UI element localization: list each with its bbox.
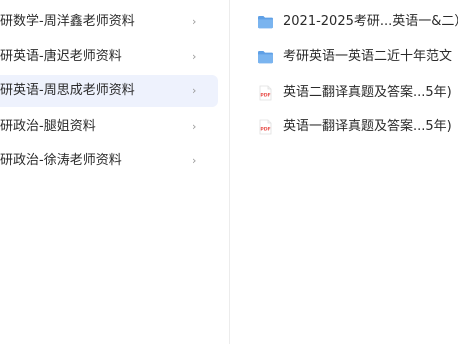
file-item-pdf-english2-translation[interactable]: PDF 英语二翻译真题及答案...5年)	[230, 77, 458, 109]
file-name: 考研英语一英语二近十年范文	[283, 49, 453, 64]
file-name: 英语二翻译真题及答案...5年)	[283, 85, 452, 100]
folder-item-politics-xutao[interactable]: 研政治-徐涛老师资料 ›	[0, 145, 218, 177]
folder-item-english-tangchi[interactable]: 研英语-唐迟老师资料 ›	[0, 41, 218, 73]
folder-item-label: 研英语-唐迟老师资料	[0, 49, 122, 64]
folder-list: 研数学-周洋鑫老师资料 › 研英语-唐迟老师资料 › 研英语-周思成老师资料 ›…	[0, 0, 222, 344]
pdf-icon: PDF	[259, 85, 272, 101]
folder-item-label: 研政治-徐涛老师资料	[0, 153, 122, 168]
file-name: 2021-2025考研...英语一&二）	[283, 14, 458, 29]
chevron-right-icon: ›	[192, 84, 197, 97]
chevron-right-icon: ›	[192, 15, 197, 28]
folder-item-label: 研数学-周洋鑫老师资料	[0, 14, 135, 29]
pdf-icon: PDF	[259, 119, 272, 135]
folder-icon	[258, 51, 273, 64]
chevron-right-icon: ›	[192, 154, 197, 167]
file-list: 2021-2025考研...英语一&二） 考研英语一英语二近十年范文 PDF 英…	[230, 0, 458, 344]
pdf-badge: PDF	[260, 93, 270, 99]
folder-item-label: 研政治-腿姐资料	[0, 119, 96, 134]
folder-item-math-zhouyangxin[interactable]: 研数学-周洋鑫老师资料 ›	[0, 6, 218, 38]
chevron-right-icon: ›	[192, 50, 197, 63]
file-name: 英语一翻译真题及答案...5年)	[283, 119, 452, 134]
pdf-badge: PDF	[260, 127, 270, 133]
folder-item-english-zhousicheng[interactable]: 研英语-周思成老师资料 ›	[0, 75, 218, 107]
file-item-pdf-english1-translation[interactable]: PDF 英语一翻译真题及答案...5年)	[230, 111, 458, 143]
folder-item-label: 研英语-周思成老师资料	[0, 83, 135, 98]
chevron-right-icon: ›	[192, 120, 197, 133]
folder-item-politics-tuijie[interactable]: 研政治-腿姐资料 ›	[0, 111, 218, 143]
file-item-folder-essays[interactable]: 考研英语一英语二近十年范文	[230, 41, 458, 73]
folder-icon	[258, 16, 273, 29]
file-browser-window: 研数学-周洋鑫老师资料 › 研英语-唐迟老师资料 › 研英语-周思成老师资料 ›…	[0, 0, 458, 344]
file-item-folder-2021-2025[interactable]: 2021-2025考研...英语一&二）	[230, 6, 458, 38]
